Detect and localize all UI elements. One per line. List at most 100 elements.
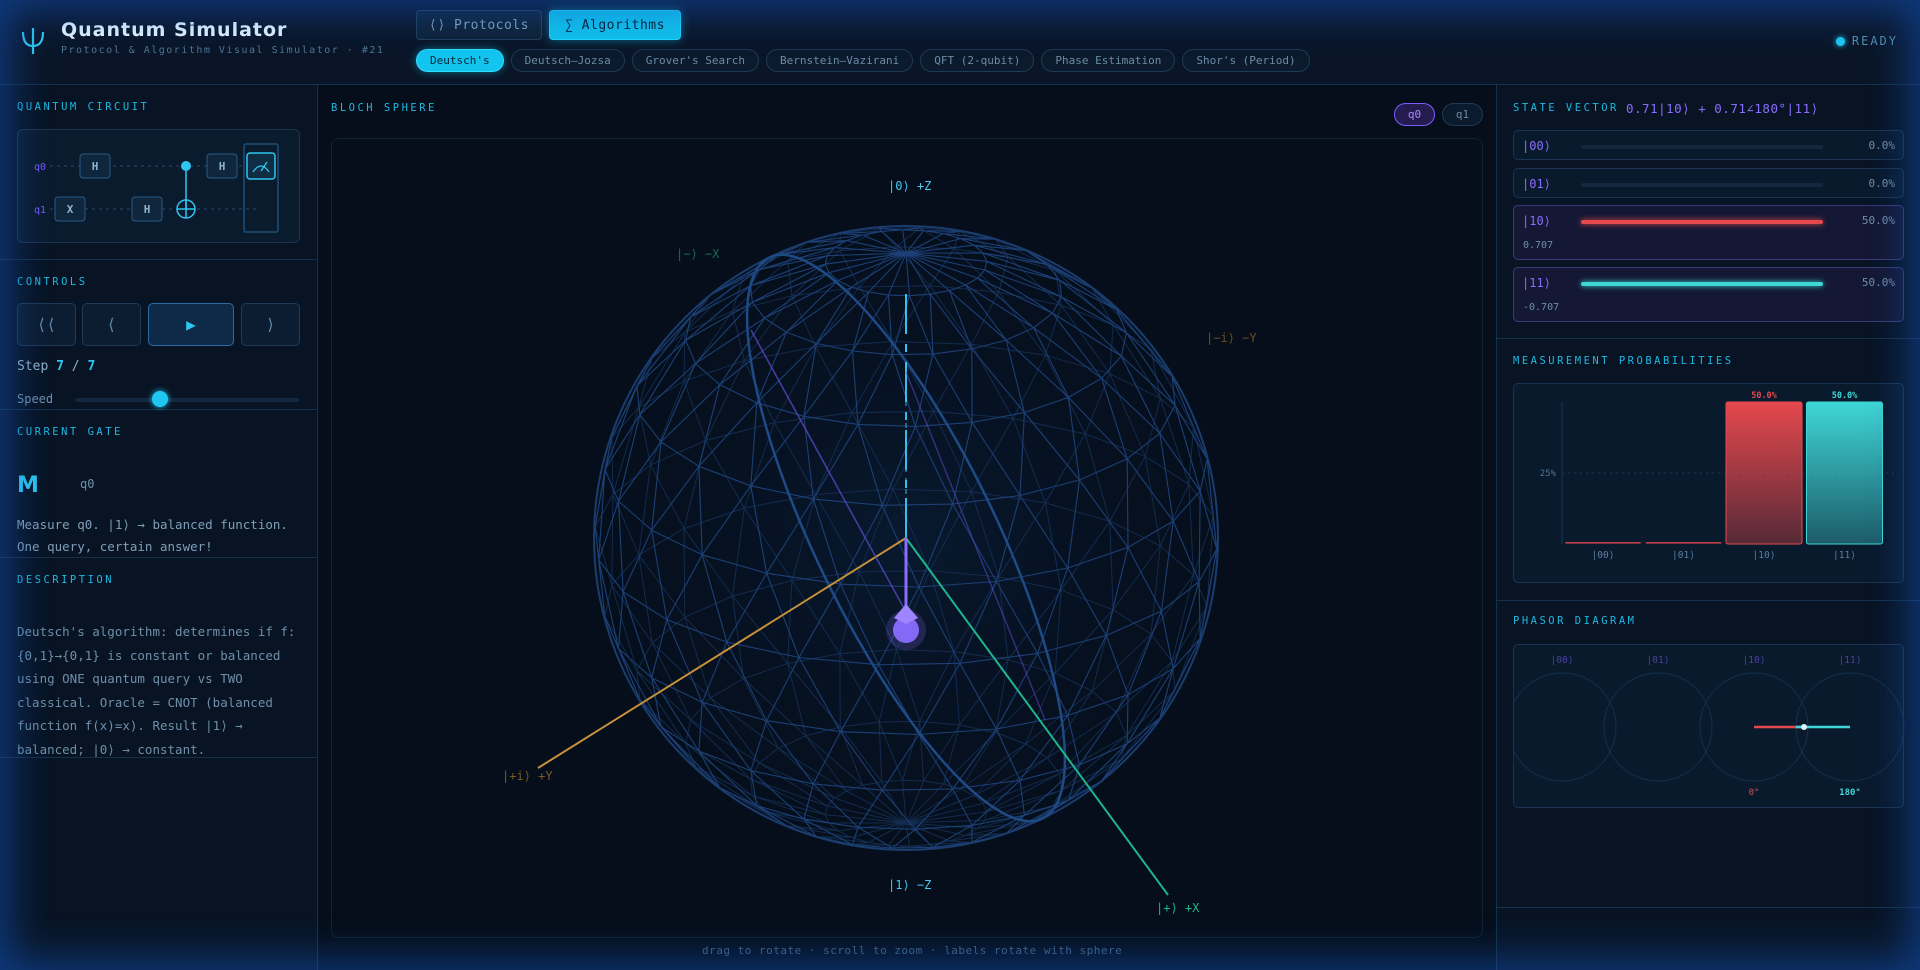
phasor-circle [1507, 672, 1617, 782]
amplitude-percent: 50.0% [1861, 214, 1895, 227]
status-text: READY [1851, 34, 1898, 48]
step-label: Step [17, 359, 49, 374]
algo-tab-bernstein-vazirani[interactable]: Bernstein–Vazirani [766, 49, 914, 72]
circuit-section: QUANTUM CIRCUIT q0 q1 H H X H [0, 85, 318, 260]
amplitude-percent: 0.0% [1868, 139, 1896, 152]
current-gate-symbol: M [17, 473, 39, 498]
status-dot-icon [1835, 36, 1845, 46]
step-current: 7 [56, 359, 64, 374]
bloch-sphere[interactable] [331, 138, 1483, 938]
state-vector-title: STATE VECTOR [1513, 102, 1619, 114]
amplitude-bar-track [1581, 220, 1823, 224]
svg-text:X: X [67, 203, 74, 216]
controls-title: CONTROLS [17, 276, 88, 288]
algo-tab-deutsch[interactable]: Deutsch's [416, 49, 504, 72]
current-gate-description: Measure q0. |1⟩ → balanced function. One… [17, 517, 288, 554]
speed-label: Speed [17, 392, 54, 406]
amplitude-bar-track [1581, 145, 1823, 149]
algo-tab-shor[interactable]: Shor's (Period) [1182, 49, 1310, 72]
prev-step-button[interactable]: ⟨ [82, 303, 141, 346]
algorithms-mode-button[interactable]: ∑ Algorithms [549, 10, 681, 40]
step-separator: / [71, 359, 80, 374]
phasor-title: PHASOR DIAGRAM [1513, 615, 1637, 627]
probability-bar [1565, 542, 1641, 544]
amplitude-row: |00⟩ 0.0% [1513, 130, 1904, 160]
axis-label-x-plus: |+⟩ +X [1156, 901, 1200, 915]
amplitude-row: |10⟩ 50.0% 0.707 [1513, 205, 1904, 260]
circuit-svg: q0 q1 H H X H [34, 143, 279, 233]
probability-chart: 25% |00⟩ |01⟩ 50.0% |10⟩ 50.0% |11⟩ [1540, 391, 1899, 561]
probability-chart-box: 25% |00⟩ |01⟩ 50.0% |10⟩ 50.0% |11⟩ [1513, 383, 1904, 583]
phasor-ket-label: |01⟩ [1647, 655, 1670, 666]
psi-logo-icon [21, 28, 45, 54]
qubit-tab-q0[interactable]: q0 [1394, 103, 1435, 126]
interaction-hint: drag to rotate · scroll to zoom · labels… [702, 944, 1123, 957]
axis-label-x-minus: |−⟩ −X [676, 247, 720, 261]
measure-gate-icon[interactable] [246, 152, 276, 180]
axis-label-y-plus: |+i⟩ +Y [502, 769, 553, 783]
gate-h-q0-2[interactable]: H [206, 153, 238, 179]
amplitude-bar-fill [1581, 282, 1823, 286]
qubit-tab-q1[interactable]: q1 [1442, 103, 1483, 126]
speed-slider-thumb[interactable] [152, 391, 169, 407]
amplitude-percent: 0.0% [1868, 177, 1896, 190]
gate-h-q1[interactable]: H [131, 196, 163, 222]
amplitude-ket: |10⟩ [1522, 214, 1551, 228]
amplitude-bar-track [1581, 183, 1823, 187]
phasor-origin-dot [1801, 724, 1807, 730]
amplitude-bar-track [1581, 282, 1823, 286]
phasor-diagram-box: |00⟩ |01⟩ |10⟩ |11⟩ 0° 180° [1507, 644, 1905, 808]
amplitude-ket: |01⟩ [1522, 177, 1551, 191]
app-title: Quantum Simulator [61, 19, 288, 41]
amplitude-row: |11⟩ 50.0% -0.707 [1513, 267, 1904, 322]
phasor-angle-label: 180° [1839, 788, 1861, 798]
amplitude-value: 0.707 [1523, 240, 1554, 251]
axis-label-y-minus: |−i⟩ −Y [1206, 331, 1257, 345]
step-indicator: Step 7 / 7 [17, 359, 95, 374]
bloch-title: BLOCH SPHERE [331, 102, 437, 114]
step-total: 7 [87, 359, 96, 374]
app-subtitle: Protocol & Algorithm Visual Simulator · … [61, 45, 385, 56]
play-button[interactable]: ▶ [148, 303, 234, 346]
phasor-ket-label: |11⟩ [1839, 655, 1862, 666]
axis-label-z-minus: |1⟩ −Z [888, 878, 932, 892]
phasor-ket-label: |10⟩ [1743, 655, 1766, 666]
bar-category-label: |10⟩ [1753, 550, 1776, 561]
amplitude-ket: |11⟩ [1522, 276, 1551, 290]
amplitude-ket: |00⟩ [1522, 139, 1551, 153]
algorithm-tabs: Deutsch's Deutsch–Jozsa Grover's Search … [416, 49, 1310, 72]
first-step-button[interactable]: ⟨⟨ [17, 303, 76, 346]
gate-x-q1[interactable]: X [54, 196, 86, 222]
algo-tab-qft[interactable]: QFT (2-qubit) [920, 49, 1035, 72]
amplitude-row: |01⟩ 0.0% [1513, 168, 1904, 198]
svg-text:H: H [92, 160, 99, 173]
circuit-q0-label: q0 [34, 162, 46, 173]
circuit-title: QUANTUM CIRCUIT [17, 101, 150, 113]
status-indicator: READY [1835, 34, 1898, 48]
description-title: DESCRIPTION [17, 574, 115, 586]
current-gate-title: CURRENT GATE [17, 426, 123, 438]
phasor-ket-label: |00⟩ [1551, 655, 1574, 666]
probability-bar [1725, 401, 1803, 545]
gate-h-q0-1[interactable]: H [79, 153, 111, 179]
algo-tab-grover[interactable]: Grover's Search [631, 49, 760, 72]
probability-bar [1806, 401, 1883, 545]
bar-category-label: |01⟩ [1672, 550, 1695, 561]
bar-data-label: 50.0% [1751, 391, 1777, 401]
probability-bar [1645, 542, 1722, 544]
algo-tab-deutsch-jozsa[interactable]: Deutsch–Jozsa [510, 49, 625, 72]
header: Quantum Simulator Protocol & Algorithm V… [0, 0, 1920, 85]
svg-text:H: H [219, 160, 226, 173]
probabilities-title: MEASUREMENT PROBABILITIES [1513, 355, 1734, 367]
speed-slider-track[interactable] [75, 398, 299, 402]
circuit-diagram: q0 q1 H H X H [17, 129, 300, 243]
current-gate-target: q0 [80, 477, 95, 491]
protocols-mode-button[interactable]: ⟨⟩ Protocols [416, 10, 542, 40]
next-step-button[interactable]: ⟩ [241, 303, 300, 346]
left-panel: QUANTUM CIRCUIT q0 q1 H H X H CONTROLS ⟨… [0, 85, 318, 970]
axis-label-z-plus: |0⟩ +Z [888, 179, 932, 193]
cnot-gate[interactable] [176, 161, 196, 219]
phasor-circle [1603, 672, 1713, 782]
algo-tab-phase-estimation[interactable]: Phase Estimation [1041, 49, 1176, 72]
amplitude-percent: 50.0% [1861, 276, 1895, 289]
